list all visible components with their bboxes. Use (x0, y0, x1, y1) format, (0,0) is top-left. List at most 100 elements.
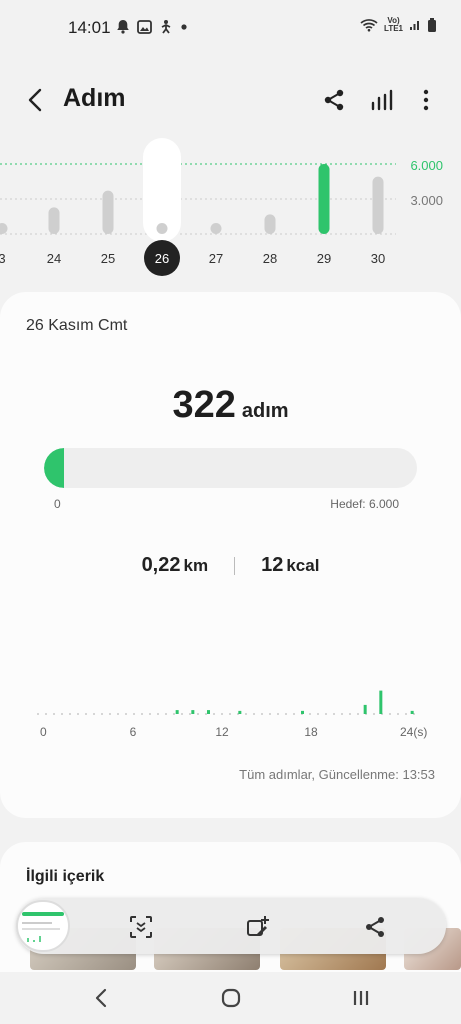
recents-icon[interactable] (347, 984, 375, 1012)
toolbar-share-icon[interactable] (362, 914, 388, 940)
day-bar (318, 164, 330, 234)
signal-icon (410, 21, 419, 30)
distance-metric: 0,22 km (142, 554, 209, 577)
calories-value: 12 (261, 554, 284, 576)
hourly-bar (379, 690, 383, 714)
hourly-dot (77, 713, 79, 715)
dot-icon (181, 23, 187, 30)
hourly-bar (191, 710, 195, 714)
metrics-divider (234, 556, 236, 575)
hourly-dot (109, 713, 111, 715)
week-strip: 3 24 25 26 27 28 29 30 6.000 3.000 (0, 134, 461, 284)
day-bar (372, 176, 384, 234)
goal-axis-label: 6.000 (410, 158, 443, 173)
hourly-dot (213, 713, 215, 715)
hourly-dot (253, 713, 255, 715)
screenshot-preview[interactable] (16, 900, 70, 952)
day-bar (210, 223, 222, 234)
hourly-dot (349, 713, 351, 715)
hourly-dot (397, 713, 399, 715)
step-count-value: 322 (172, 384, 236, 426)
scroll-capture-icon[interactable] (128, 914, 154, 940)
hourly-dot (197, 713, 199, 715)
day-summary-card: 26 Kasım Cmt 322 adım 0 Hedef: 6.000 0,22… (0, 292, 461, 818)
hourly-bar (410, 710, 414, 714)
hourly-dot (269, 713, 271, 715)
hourly-axis-label: 18 (304, 725, 318, 739)
mid-axis-label: 3.000 (410, 193, 443, 208)
day-label: 3 (0, 251, 6, 266)
hourly-bar (175, 710, 179, 714)
gallery-icon (137, 19, 152, 34)
day-bar (48, 207, 60, 234)
hourly-dot (181, 713, 183, 715)
hourly-dot (133, 713, 135, 715)
status-system: Vo) LTE1 (360, 17, 437, 33)
hourly-dot (149, 713, 151, 715)
status-notifications (116, 19, 188, 34)
hourly-dot (61, 713, 63, 715)
hourly-dot (125, 713, 127, 715)
hourly-dot (245, 713, 247, 715)
hourly-dot (37, 713, 39, 715)
page-title: Adım (63, 84, 126, 112)
calories-metric: 12 kcal (261, 554, 319, 577)
more-icon[interactable] (412, 86, 440, 114)
hourly-axis-label: 0 (40, 725, 47, 739)
share-icon[interactable] (320, 86, 348, 114)
day-bar (102, 190, 114, 234)
hourly-dot (325, 713, 327, 715)
hourly-dot (69, 713, 71, 715)
day-label: 28 (263, 251, 277, 266)
step-count-unit: adım (241, 400, 289, 422)
hourly-dot (229, 713, 231, 715)
hourly-dot (189, 713, 191, 715)
hourly-dot (205, 713, 207, 715)
week-chart: 3 24 25 26 27 28 29 30 (0, 138, 396, 276)
goal-progress-fill (44, 448, 65, 488)
day-label: 25 (101, 251, 115, 266)
hourly-dot (45, 713, 47, 715)
hourly-dot (309, 713, 311, 715)
progress-goal-label: Hedef: 6.000 (330, 497, 399, 511)
day-bar (264, 214, 276, 234)
edit-icon[interactable] (245, 914, 271, 940)
bell-icon (117, 20, 129, 34)
status-time: 14:01 (68, 18, 111, 37)
hourly-dot (141, 713, 143, 715)
goal-progress-bar (44, 448, 417, 488)
hourly-dot (277, 713, 279, 715)
hourly-dot (357, 713, 359, 715)
battery-icon (428, 17, 436, 32)
hourly-dot (101, 713, 103, 715)
day-label: 30 (371, 251, 385, 266)
system-nav-bar (0, 972, 461, 1024)
hourly-dot (85, 713, 87, 715)
hourly-dot (173, 713, 175, 715)
day-label: 27 (209, 251, 223, 266)
updated-text: Tüm adımlar, Güncellenme: 13:53 (239, 767, 435, 782)
metrics-row: 0,22 km 12 kcal (0, 554, 461, 577)
hourly-dot (165, 713, 167, 715)
hourly-dot (333, 713, 335, 715)
back-icon[interactable] (20, 84, 52, 116)
hourly-bar (301, 710, 304, 714)
step-count: 322 adım (0, 384, 461, 427)
hourly-dot (293, 713, 295, 715)
hourly-bar (207, 710, 210, 714)
wifi-icon (360, 19, 378, 32)
app-header: Adım (0, 80, 461, 120)
hourly-axis-label: 12 (215, 725, 229, 739)
hourly-dot (157, 713, 159, 715)
hourly-dot (93, 713, 95, 715)
related-heading: İlgili içerik (26, 868, 105, 885)
hourly-bar (363, 704, 367, 714)
hourly-axis-label: 6 (130, 725, 137, 739)
chart-icon[interactable] (368, 86, 396, 114)
hourly-dot (53, 713, 55, 715)
home-icon[interactable] (217, 984, 245, 1012)
selected-date: 26 Kasım Cmt (26, 317, 128, 334)
nav-back-icon[interactable] (88, 984, 116, 1012)
distance-unit: km (183, 556, 209, 575)
hourly-dot (285, 713, 287, 715)
